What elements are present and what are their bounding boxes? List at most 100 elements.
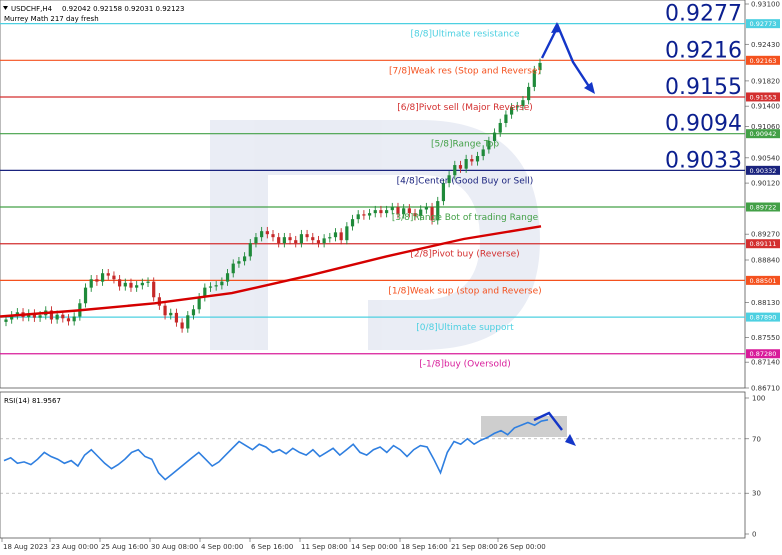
time-tick-label: 18 Aug 2023	[3, 543, 48, 551]
candle-body	[55, 314, 59, 320]
time-tick-label: 4 Sep 00:00	[201, 543, 243, 551]
time-tick-label: 6 Sep 16:00	[251, 543, 293, 551]
candle-body	[174, 312, 179, 323]
candle-body	[271, 234, 275, 238]
price-tag-text: 0.92163	[750, 57, 777, 65]
candle-body	[169, 312, 173, 316]
candle-body	[458, 165, 463, 169]
price-tick-label: 0.87550	[751, 334, 780, 342]
candle-body	[339, 232, 343, 241]
candle-body	[225, 273, 230, 282]
candle-body	[288, 237, 292, 241]
rsi-tick-label: 70	[752, 435, 761, 443]
candle-body	[72, 316, 76, 322]
price-axis: 0.92773 0.92163 0.91553 0.90942 0.90332 0.897…	[745, 1, 780, 393]
candle-body	[129, 282, 133, 288]
candle-body	[350, 219, 355, 227]
time-tick-label: 11 Sep 08:00	[301, 543, 348, 551]
price-tick-label: 0.93100	[751, 1, 780, 9]
candle-body	[282, 237, 286, 244]
murrey-level-label: [1/8]Weak sup (stop and Reverse)	[388, 286, 541, 296]
price-tag-text: 0.87890	[750, 314, 777, 322]
rsi-tick-label: 100	[752, 395, 765, 403]
candle-body	[123, 282, 127, 287]
candle-body	[373, 210, 377, 214]
candle-body	[333, 232, 338, 238]
price-tick-label: 0.89270	[751, 231, 780, 239]
murrey-level-label: [6/8]Pivot sell (Major Reverse)	[397, 103, 533, 113]
murrey-level-label: [7/8]Weak res (Stop and Reverse)	[389, 66, 541, 76]
price-tag-text: 0.89111	[750, 240, 777, 248]
candle-body	[146, 281, 150, 283]
big-price-label: 0.9155	[665, 75, 742, 100]
candle-body	[214, 285, 218, 287]
candle-body	[180, 322, 184, 329]
candle-body	[385, 210, 389, 214]
big-price-label: 0.9094	[665, 112, 742, 137]
price-tag-text: 0.90942	[750, 130, 777, 138]
candle-body	[367, 213, 372, 216]
murrey-level-label: [-1/8]buy (Oversold)	[419, 360, 510, 370]
candle-body	[61, 314, 65, 319]
murrey-level-label: [0/8]Ultimate support	[416, 323, 514, 333]
time-tick-label: 30 Aug 08:00	[151, 543, 198, 551]
candle-body	[390, 207, 394, 211]
time-tick-label: 26 Sep 00:00	[499, 543, 546, 551]
price-tag-text: 0.89722	[750, 203, 777, 211]
rsi-tick-label: 30	[752, 490, 761, 498]
candle-body	[265, 231, 269, 235]
candle-body	[95, 279, 99, 282]
time-axis: 18 Aug 2023 23 Aug 00:00 25 Aug 16:00 30 Au…	[1, 538, 546, 551]
candle-body	[106, 273, 110, 276]
candle-body	[248, 243, 252, 257]
candle-body	[135, 285, 139, 288]
murrey-level-label: [5/8]Range Top	[431, 140, 499, 150]
candle-body	[316, 240, 321, 244]
price-tag-text: 0.88501	[750, 277, 777, 285]
candle-body	[328, 237, 332, 239]
candle-body	[254, 237, 258, 244]
candle-body	[38, 315, 42, 318]
candle-body	[311, 237, 315, 241]
time-tick-label: 25 Aug 16:00	[101, 543, 148, 551]
price-tick-label: 0.90120	[751, 180, 780, 188]
murrey-level-label: [8/8]Ultimate resistance	[411, 30, 520, 40]
big-price-label: 0.9033	[665, 148, 742, 173]
candle-body	[4, 319, 8, 322]
indicator-label: Murrey Math 217 day fresh	[4, 15, 99, 23]
candle-body	[481, 149, 485, 157]
candle-body	[504, 114, 508, 123]
candle-body	[345, 226, 349, 241]
candle-body	[140, 282, 144, 286]
price-tick-label: 0.92430	[751, 41, 780, 49]
murrey-level-label: [4/8]Center (Good Buy or Sell)	[397, 176, 534, 186]
candle-body	[152, 281, 156, 298]
price-tag-text: 0.91553	[750, 93, 777, 101]
candle-body	[322, 238, 326, 244]
candle-body	[83, 287, 88, 304]
candle-body	[424, 207, 428, 210]
big-price-label: 0.9216	[665, 38, 742, 63]
big-price-label: 0.9277	[665, 2, 742, 27]
price-tick-label: 0.87140	[751, 359, 780, 367]
rsi-axis: 100 70 30 0	[745, 395, 765, 539]
candle-body	[197, 297, 201, 310]
price-tick-label: 0.91820	[751, 77, 780, 85]
price-tick-label: 0.90540	[751, 154, 780, 162]
candle-body	[242, 256, 247, 262]
candle-body	[356, 214, 360, 220]
candle-body	[260, 231, 264, 238]
price-tick-label: 0.88130	[751, 299, 780, 307]
candle-body	[362, 214, 366, 216]
ohlc-label: 0.92042 0.92158 0.92031 0.92123	[62, 5, 184, 13]
time-tick-label: 18 Sep 16:00	[401, 543, 448, 551]
candle-body	[299, 234, 304, 244]
price-tick-label: 0.86710	[751, 385, 780, 393]
candle-body	[464, 159, 468, 169]
price-tag-text: 0.90332	[750, 167, 777, 175]
candle-body	[163, 305, 167, 316]
candle-body	[66, 318, 71, 322]
candle-body	[191, 309, 196, 316]
candle-body	[112, 275, 116, 280]
candle-body	[100, 273, 105, 282]
